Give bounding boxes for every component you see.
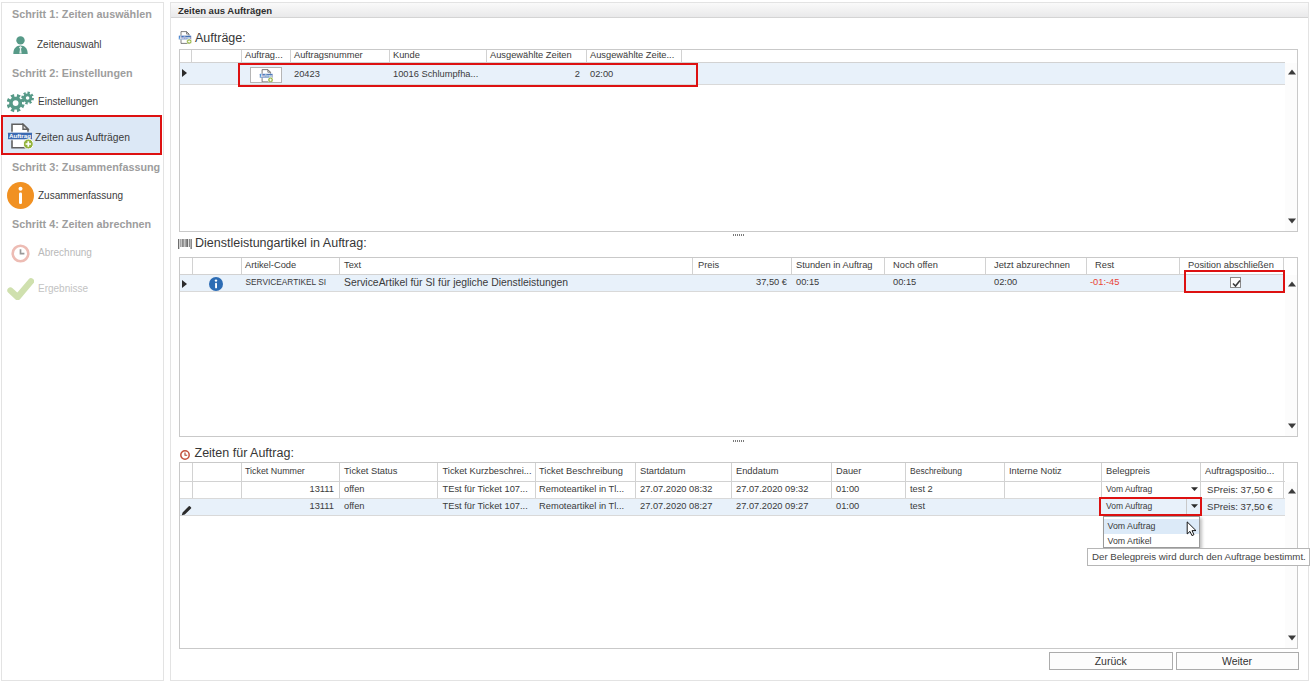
svg-text:Auftrag: Auftrag — [9, 132, 31, 139]
